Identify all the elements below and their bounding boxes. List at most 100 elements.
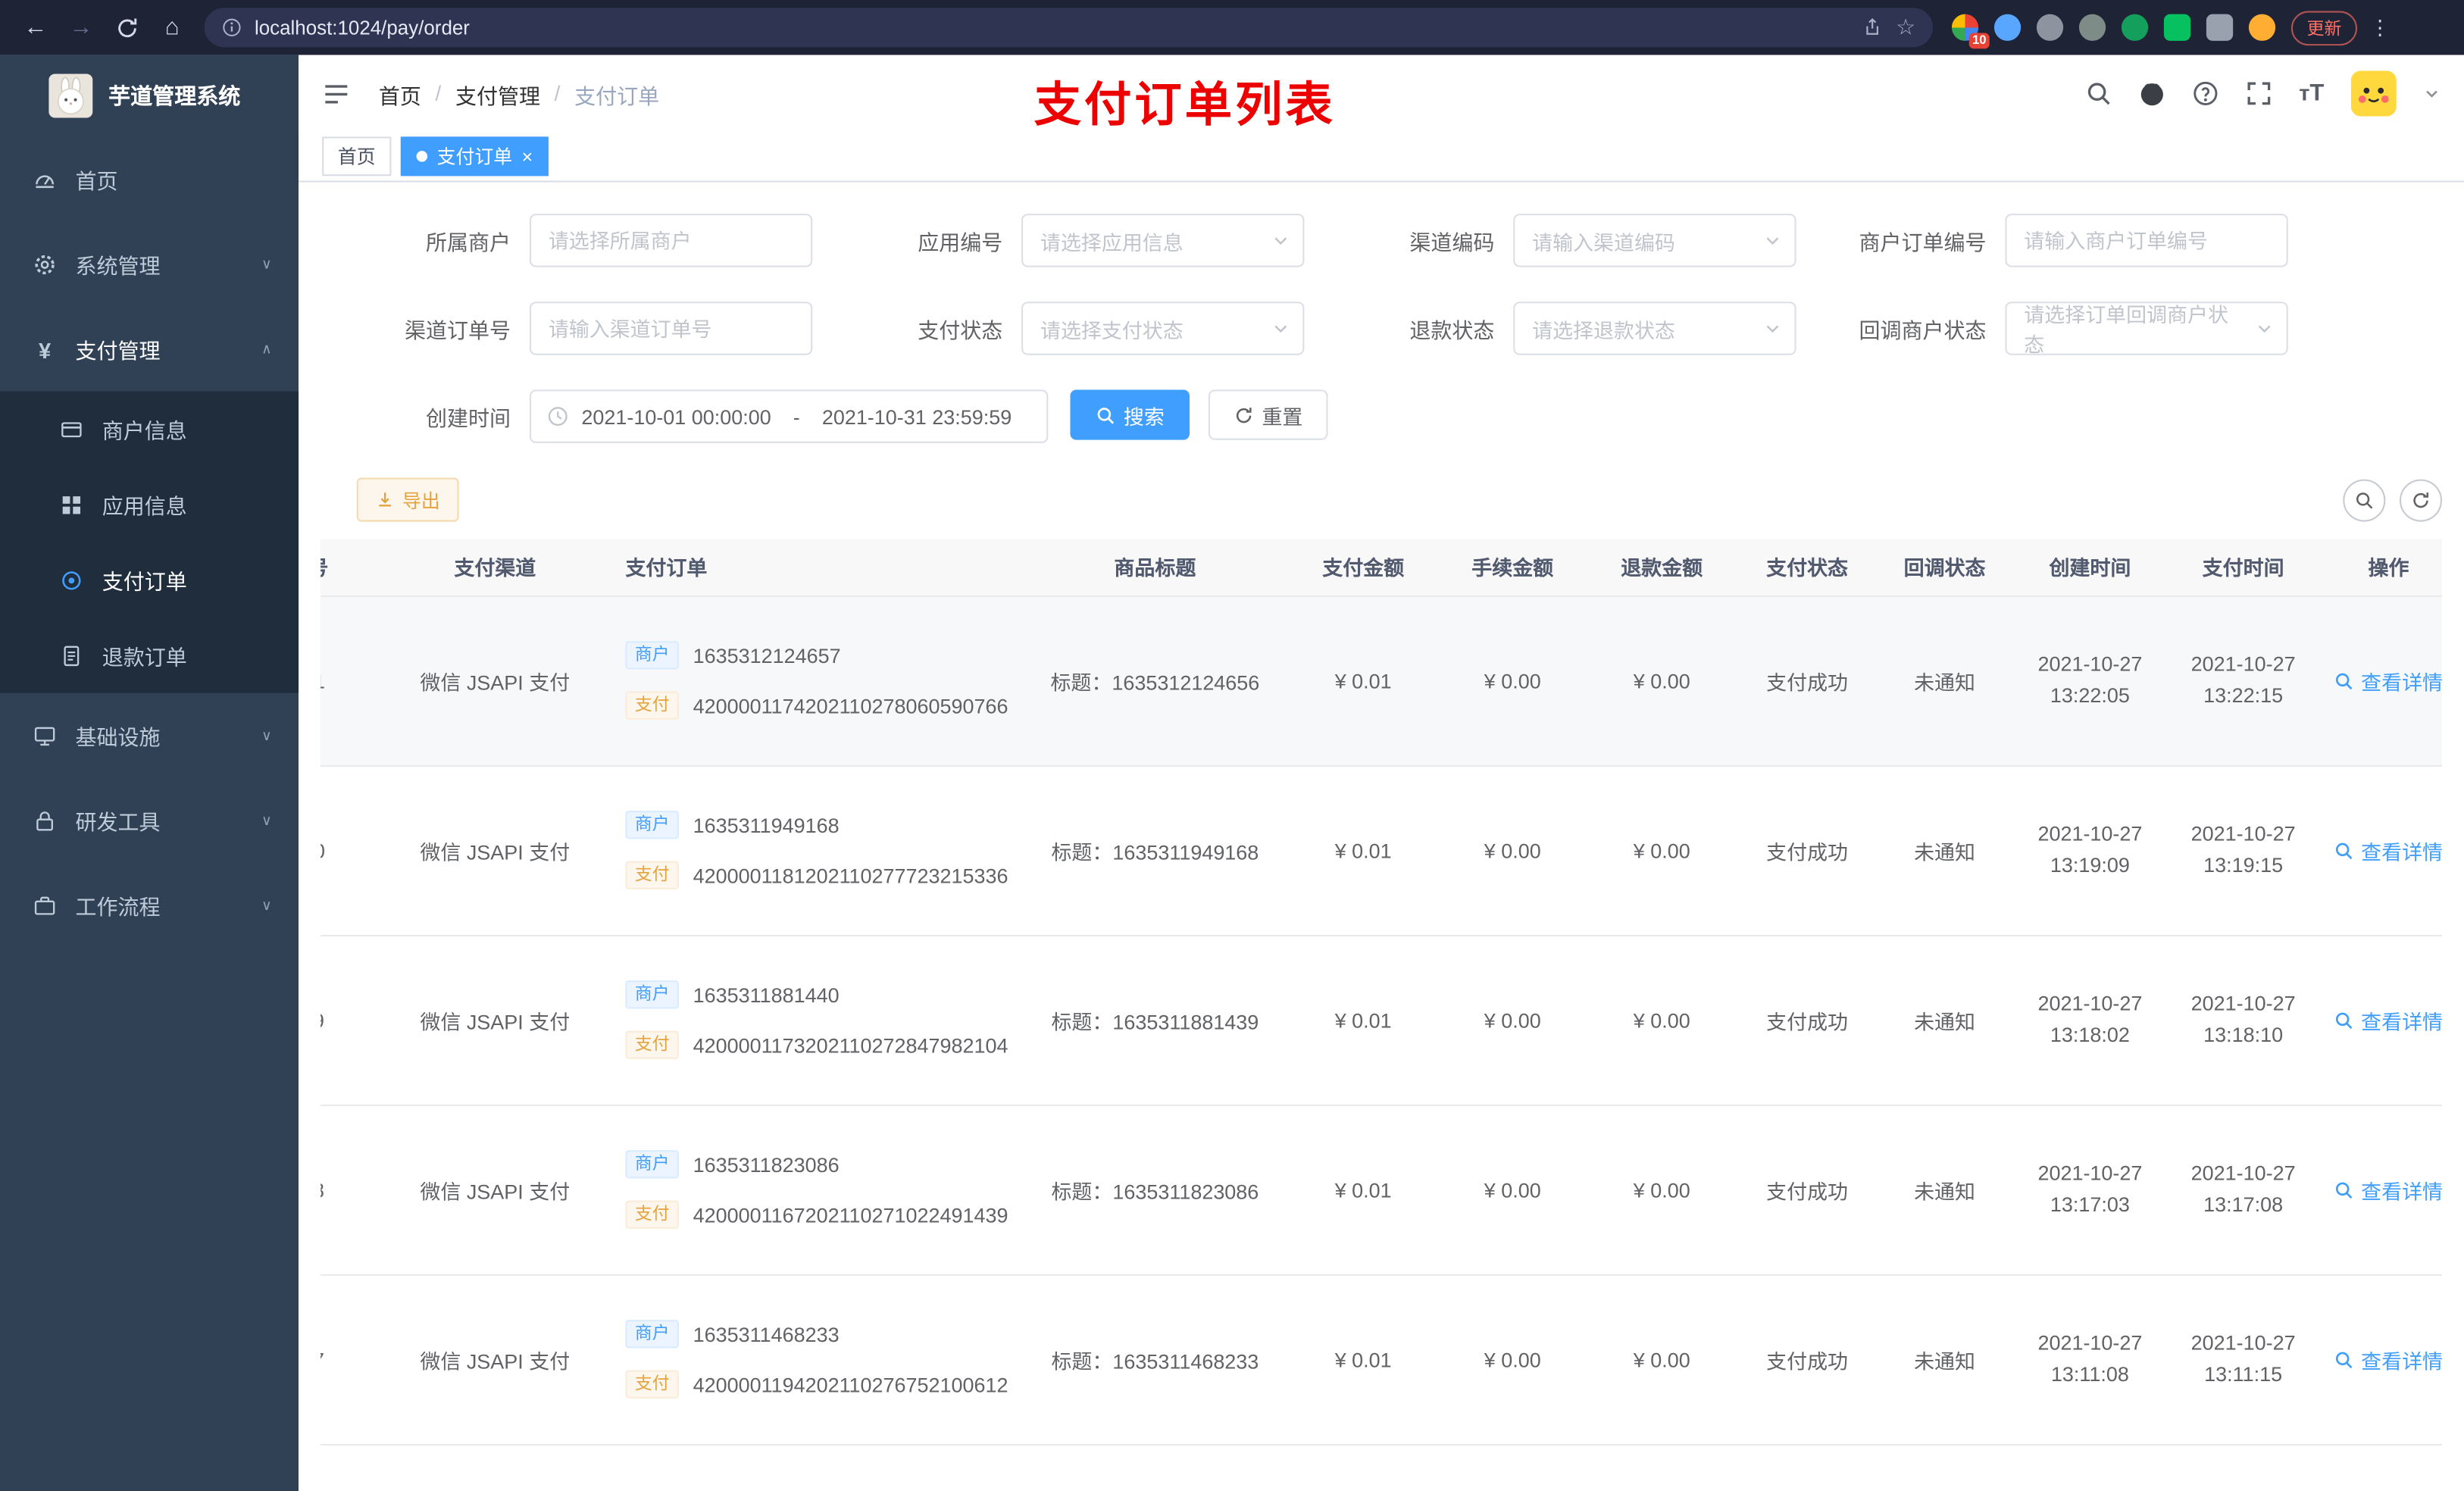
- app-select[interactable]: 请选择应用信息: [1021, 214, 1305, 267]
- merchant-badge: 商户: [625, 1150, 679, 1179]
- extension-gray2-icon[interactable]: [2078, 14, 2106, 41]
- breadcrumb-pay[interactable]: 支付管理: [455, 78, 540, 109]
- date-start[interactable]: 2021-10-01 00:00:00: [581, 405, 771, 428]
- show-search-button[interactable]: [2343, 478, 2386, 521]
- reload-button[interactable]: [104, 5, 149, 50]
- sidebar-item-refund-order[interactable]: 退款订单: [0, 617, 299, 693]
- page-annotation: 支付订单列表: [1033, 80, 1336, 133]
- cell-create-time: 2021-10-27 13:11:08: [2011, 1274, 2169, 1446]
- view-detail-link[interactable]: 查看详情: [2334, 835, 2442, 864]
- extension-green-circle-icon[interactable]: [2121, 14, 2149, 41]
- filter-label: 渠道订单号: [405, 319, 511, 343]
- search-button[interactable]: 搜索: [1070, 389, 1190, 440]
- profile-avatar-icon[interactable]: [2248, 14, 2276, 41]
- sidebar-item-infra[interactable]: 基础设施 ∨: [0, 693, 299, 778]
- view-detail-link[interactable]: 查看详情: [2334, 665, 2442, 695]
- view-detail-link[interactable]: 查看详情: [2334, 1174, 2442, 1204]
- table-row: 118 微信 JSAPI 支付 商户 1635311823086 支付 420000…: [321, 1105, 2442, 1276]
- cell-pay-status: 支付成功: [1736, 595, 1878, 767]
- merchant-order-no: 1635312124657: [693, 643, 841, 667]
- sidebar-item-app-info[interactable]: 应用信息: [0, 466, 299, 542]
- pay-badge: 支付: [625, 1030, 679, 1059]
- address-bar[interactable]: localhost:1024/pay/order ☆: [204, 8, 1934, 48]
- extension-wechat-icon[interactable]: [2163, 14, 2191, 41]
- browser-update-button[interactable]: 更新: [2290, 10, 2357, 45]
- filter-refund-status: 退款状态 请选择退款状态: [1304, 302, 1796, 355]
- sidebar-item-dev-tools[interactable]: 研发工具 ∨: [0, 778, 299, 863]
- table-tools: [2343, 478, 2442, 521]
- sidebar-item-workflow[interactable]: 工作流程 ∨: [0, 863, 299, 948]
- tab-home[interactable]: 首页: [322, 136, 392, 177]
- sidebar-item-pay-order[interactable]: 支付订单: [0, 542, 299, 618]
- app-logo[interactable]: 芋道管理系统: [0, 55, 299, 137]
- cell-actions: 查看详情: [2318, 935, 2442, 1106]
- extensions-area: 10: [1951, 14, 2276, 49]
- merchant-input[interactable]: [531, 215, 811, 266]
- browser-menu-icon[interactable]: ⋮: [2370, 15, 2391, 40]
- puzzle-icon[interactable]: [2206, 14, 2234, 41]
- view-detail-link[interactable]: 查看详情: [2334, 1005, 2442, 1034]
- date-range-picker[interactable]: 2021-10-01 00:00:00 - 2021-10-31 23:59:5…: [529, 389, 1049, 443]
- table-row: 119 微信 JSAPI 支付 商户 1635311881440 支付 420000…: [321, 935, 2442, 1106]
- forward-button[interactable]: →: [58, 5, 104, 50]
- search-icon: [2336, 1181, 2353, 1199]
- view-detail-link[interactable]: 查看详情: [2334, 1344, 2442, 1374]
- back-button[interactable]: ←: [13, 5, 58, 50]
- breadcrumb: 首页 / 支付管理 / 支付订单: [379, 78, 659, 109]
- chevron-down-icon: [1766, 237, 1779, 245]
- hamburger-icon[interactable]: [322, 80, 350, 108]
- font-size-icon[interactable]: тT: [2299, 80, 2324, 107]
- site-info-icon[interactable]: [221, 17, 242, 38]
- breadcrumb-home[interactable]: 首页: [379, 78, 421, 109]
- close-icon[interactable]: ×: [522, 147, 533, 166]
- sidebar-item-pay[interactable]: ¥ 支付管理 ∧: [0, 306, 299, 391]
- pay-status-select[interactable]: 请选择支付状态: [1021, 302, 1305, 355]
- download-icon: [379, 492, 391, 507]
- cell-channel: 微信 JSAPI 支付: [377, 935, 613, 1106]
- sidebar-item-system[interactable]: 系统管理 ∨: [0, 221, 299, 306]
- date-end[interactable]: 2021-10-31 23:59:59: [822, 405, 1012, 428]
- reset-button[interactable]: 重置: [1208, 389, 1328, 440]
- cell-pay-time: 2021-10-27 13:22:15: [2169, 595, 2319, 767]
- extension-gray-icon[interactable]: [2036, 14, 2064, 41]
- cell-notify-status: 未通知: [1878, 1274, 2012, 1446]
- cell-id: 118: [321, 1105, 377, 1276]
- refresh-icon: [2413, 492, 2429, 508]
- github-icon[interactable]: [2139, 80, 2165, 107]
- cell-order: 商户1635311357186: [612, 1444, 1022, 1491]
- cell-actions: 查看详情: [2318, 595, 2442, 767]
- extension-blue-icon[interactable]: [1993, 14, 2022, 41]
- export-button[interactable]: 导出: [356, 477, 459, 522]
- cell-pay-time: 2021-10-27 13:19:15: [2169, 765, 2319, 936]
- share-icon[interactable]: [1863, 17, 1884, 38]
- sidebar-item-merchant-info[interactable]: 商户信息: [0, 391, 299, 467]
- filter-channel-order-no: 渠道订单号: [321, 302, 813, 355]
- monitor-icon: [34, 726, 55, 746]
- user-avatar[interactable]: [2350, 70, 2397, 117]
- filter-merchant-order-no: 商户订单编号: [1796, 214, 2288, 267]
- home-button[interactable]: ⌂: [149, 5, 195, 50]
- cell-refund-amount: ¥ 0.00: [1587, 935, 1737, 1106]
- callback-status-select[interactable]: 请选择订单回调商户状态: [2005, 302, 2288, 357]
- refund-status-select[interactable]: 请选择退款状态: [1513, 302, 1796, 355]
- select-placeholder: 请选择支付状态: [1040, 317, 1184, 342]
- search-icon: [2336, 672, 2353, 689]
- col-refund-amount: 退款金额: [1587, 539, 1737, 597]
- filter-label: 支付状态: [918, 319, 1003, 343]
- tab-pay-order[interactable]: 支付订单 ×: [400, 136, 549, 177]
- sidebar-item-home[interactable]: 首页: [0, 136, 299, 221]
- refresh-table-button[interactable]: [2399, 478, 2442, 521]
- filter-label: 回调商户状态: [1859, 319, 1987, 343]
- chevron-down-icon[interactable]: [2423, 85, 2441, 102]
- merchant-order-no-input[interactable]: [2006, 215, 2287, 266]
- sidebar-item-label: 应用信息: [102, 495, 187, 519]
- fullscreen-icon[interactable]: [2246, 80, 2272, 107]
- gear-icon: [35, 254, 55, 274]
- channel-order-no-input[interactable]: [531, 303, 811, 354]
- help-icon[interactable]: [2192, 80, 2219, 107]
- bookmark-star-icon[interactable]: ☆: [1896, 14, 1915, 41]
- url-text[interactable]: localhost:1024/pay/order: [255, 17, 470, 39]
- channel-code-select[interactable]: 请输入渠道编码: [1513, 214, 1796, 267]
- extension-colorful-icon[interactable]: 10: [1951, 14, 1990, 49]
- search-icon[interactable]: [2085, 80, 2112, 107]
